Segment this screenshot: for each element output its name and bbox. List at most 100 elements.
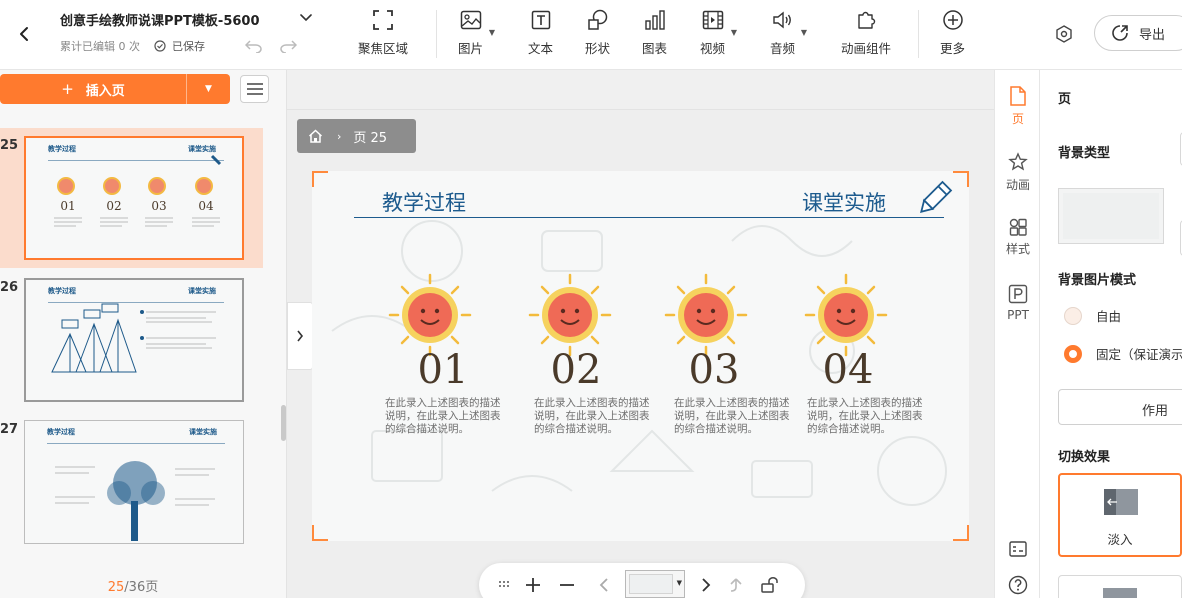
top-toolbar: 创意手绘教师说课PPT模板-5600 累计已编辑 0 次 已保存 聚焦区域 图片… [0,0,1182,70]
home-icon[interactable] [307,128,323,144]
image-tool[interactable]: 图片 ▼ [458,8,495,57]
undo-icon[interactable] [244,36,264,56]
hamburger-menu-icon[interactable] [240,75,269,103]
audio-tool[interactable]: 音频 ▼ [770,8,807,57]
slide-thumbnail-row[interactable]: 27 教学过程 课堂实施 [0,412,263,552]
check-circle-icon [154,40,166,52]
property-tab-strip: 页 动画 样式 PPT [994,70,1040,598]
current-slide-selector[interactable]: ▼ [625,570,685,598]
text-tool[interactable]: 文本 [528,8,553,57]
hexagon-settings-icon[interactable] [1050,20,1078,48]
export-label: 导出 [1139,27,1166,43]
radio-unchecked[interactable] [1064,306,1082,325]
transition-option-card[interactable] [1058,575,1182,598]
background-image-preview[interactable] [1058,188,1164,244]
frame-corner [953,525,969,541]
thumbnail-scrollbar[interactable] [281,405,286,441]
breadcrumb: › 页 25 [297,119,416,153]
properties-heading: 页 [1058,92,1072,107]
chart-label: 图表 [642,41,668,56]
canvas-area: › 页 25 教学过程 课堂实施 01 02 03 04 在此录入上述图表的描述… [287,70,994,598]
chevron-down-icon[interactable] [298,10,314,26]
slide-thumbnail[interactable]: 教学过程 课堂实施 [24,420,244,544]
zoom-out-icon[interactable] [555,573,579,597]
next-page-icon[interactable] [695,573,717,597]
total-pages: /36页 [124,580,159,595]
slide-thumbnail-row[interactable]: 26 教学过程 课堂实施 [0,270,263,410]
undo-redo-group [244,36,298,56]
step-description[interactable]: 在此录入上述图表的描述说明，在此录入上述图表的综合描述说明。 [534,397,652,436]
slide-thumbnail-row[interactable]: 25 教学过程 课堂实施 01 02 03 04 [0,128,263,268]
slide-number: 25 [0,138,19,153]
page-indicator: 25/36页 [0,576,266,595]
focus-area-tool[interactable]: 聚焦区域 [358,8,408,57]
tab-ppt[interactable]: PPT [995,284,1041,322]
slide-thumbnail[interactable]: 教学过程 课堂实施 [24,278,244,402]
ppt-icon [1008,284,1028,304]
slide-title-divider [354,217,944,218]
background-thumbnail [1063,193,1159,239]
mode-fixed-radio[interactable]: 固定（保证演示 [1064,344,1182,363]
plus-icon: + [61,80,74,98]
radio-checked[interactable] [1064,344,1082,363]
text-icon [531,8,551,32]
animation-widget-tool[interactable]: 动画组件 [841,8,891,57]
shape-tool[interactable]: 形状 [585,8,610,57]
background-mode-label: 背景图片模式 [1058,273,1137,288]
back-icon[interactable] [10,20,38,48]
unlock-icon[interactable] [759,573,781,597]
frame-corner [312,171,328,187]
transition-effect-label: 切换效果 [1058,450,1111,465]
insert-page-button[interactable]: + 插入页 ▼ [0,74,230,104]
tab-page[interactable]: 页 [995,86,1041,127]
apply-button[interactable]: 作用 [1058,389,1182,425]
export-icon [1112,25,1128,41]
breadcrumb-separator: › [337,129,342,143]
thumb-tree-graphic [55,461,215,541]
mode-free-radio[interactable]: 自由 [1064,306,1121,325]
caret-down-icon[interactable]: ▼ [187,84,230,94]
pencil-icon [920,180,953,213]
video-tool[interactable]: 视频 ▼ [700,8,737,57]
zoom-in-icon[interactable] [521,573,545,597]
caption-box-icon[interactable] [1007,538,1029,560]
toolbar-divider [436,10,437,58]
slide-thumbnail[interactable]: 教学过程 课堂实施 01 02 03 04 [24,136,244,260]
slide-title-right[interactable]: 课堂实施 [802,187,886,217]
document-meta: 累计已编辑 0 次 已保存 [60,38,205,54]
chevron-right-icon[interactable] [287,302,313,370]
smiling-sun-icon [804,273,888,357]
step-number[interactable]: 04 [788,347,908,393]
slide-canvas[interactable]: 教学过程 课堂实施 01 02 03 04 在此录入上述图表的描述说明，在此录入… [312,171,969,541]
speaker-icon [772,8,794,32]
document-title[interactable]: 创意手绘教师说课PPT模板-5600 [60,10,260,29]
toolbar-divider [918,10,919,58]
caret-down-icon: ▼ [800,28,808,37]
focus-area-label: 聚焦区域 [358,41,409,56]
step-description[interactable]: 在此录入上述图表的描述说明，在此录入上述图表的综合描述说明。 [385,397,503,436]
insert-page-main[interactable]: + 插入页 [0,80,186,99]
grid-dots-icon[interactable] [495,573,515,597]
step-number[interactable]: 02 [516,347,636,393]
more-tool[interactable]: 更多 [940,8,965,57]
tab-animation[interactable]: 动画 [995,152,1041,193]
step-description[interactable]: 在此录入上述图表的描述说明，在此录入上述图表的综合描述说明。 [674,397,792,436]
help-icon[interactable] [1007,574,1029,596]
saved-status: 已保存 [154,38,205,54]
transition-fade-card[interactable]: 淡入 [1058,473,1182,557]
step-number[interactable]: 01 [383,347,503,393]
svg-text:03: 03 [151,199,166,213]
redo-icon[interactable] [278,36,298,56]
shape-label: 形状 [585,41,611,56]
export-button[interactable]: 导出 [1094,15,1182,51]
slide-title-left[interactable]: 教学过程 [382,187,466,217]
tab-page-label: 页 [1011,112,1024,126]
chart-tool[interactable]: 图表 [642,8,667,57]
step-description[interactable]: 在此录入上述图表的描述说明，在此录入上述图表的综合描述说明。 [807,397,925,436]
edit-count: 累计已编辑 0 次 [60,40,140,53]
previous-page-icon[interactable] [593,573,615,597]
bring-forward-icon[interactable] [725,573,747,597]
tab-style[interactable]: 样式 [995,218,1041,257]
plus-circle-icon [942,8,964,32]
step-number[interactable]: 03 [654,347,774,393]
